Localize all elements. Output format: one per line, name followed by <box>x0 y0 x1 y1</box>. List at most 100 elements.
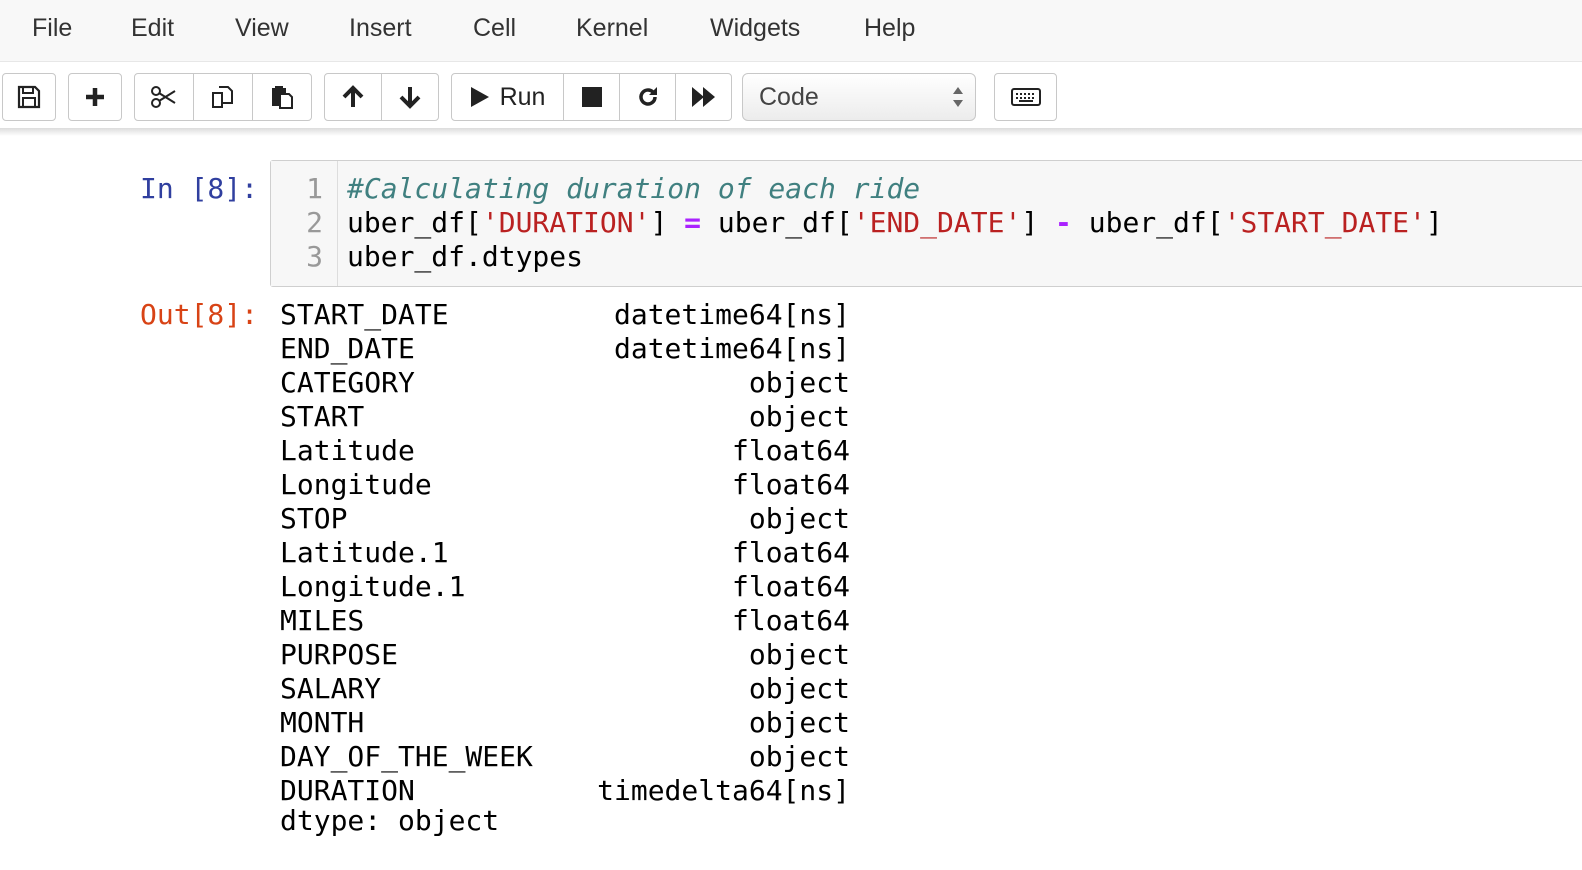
save-group <box>2 73 56 121</box>
run-button[interactable]: Run <box>451 73 564 121</box>
column-name: START <box>280 400 365 433</box>
line-number: 1 <box>306 172 323 205</box>
select-arrows-icon <box>953 87 963 107</box>
run-label: Run <box>499 82 546 111</box>
run-group: Run <box>451 73 732 121</box>
save-button[interactable] <box>2 73 56 121</box>
column-name: MILES <box>280 604 365 637</box>
paste-button[interactable] <box>252 73 312 121</box>
output-row: MILES float64 <box>280 604 850 638</box>
restart-button[interactable] <box>619 73 676 121</box>
line-number: 2 <box>306 206 323 239</box>
line-number: 3 <box>306 240 323 273</box>
toolbar-shadow <box>0 128 1582 136</box>
menu-cell[interactable]: Cell <box>473 14 516 43</box>
code-line-3: uber_df.dtypes <box>347 240 583 273</box>
menu-bar: File Edit View Insert Cell Kernel Widget… <box>0 0 1582 62</box>
output-row: Longitude.1 float64 <box>280 570 850 604</box>
column-dtype: object <box>748 672 850 705</box>
menu-help[interactable]: Help <box>864 14 915 43</box>
floppy-disk-icon <box>17 85 41 109</box>
move-group <box>324 73 439 121</box>
output-row: PURPOSE object <box>280 638 850 672</box>
column-dtype: float64 <box>731 536 850 569</box>
column-name: DURATION <box>280 774 415 807</box>
column-dtype: object <box>748 502 850 535</box>
column-name: PURPOSE <box>280 638 399 671</box>
code-operator: = <box>684 206 702 239</box>
column-dtype: timedelta64[ns] <box>597 774 850 807</box>
menu-widgets[interactable]: Widgets <box>710 14 800 43</box>
copy-button[interactable] <box>193 73 253 121</box>
code-token: ] <box>650 206 685 239</box>
column-dtype: float64 <box>731 604 850 637</box>
column-name: CATEGORY <box>280 366 415 399</box>
menu-file[interactable]: File <box>32 14 72 43</box>
code-string: 'END_DATE' <box>852 206 1022 239</box>
keyboard-icon <box>1010 88 1041 106</box>
output-row: DAY_OF_THE_WEEK object <box>280 740 850 774</box>
output-row: DURATION timedelta64[ns] <box>280 774 850 808</box>
column-name: Longitude <box>280 468 432 501</box>
code-token: ] <box>1425 206 1443 239</box>
insert-group <box>68 73 122 121</box>
column-name: STOP <box>280 502 348 535</box>
column-name: END_DATE <box>280 332 415 365</box>
input-prompt: In [8]: <box>140 172 259 205</box>
scissors-icon <box>151 86 176 108</box>
code-string: 'DURATION' <box>481 206 651 239</box>
code-operator: - <box>1055 206 1072 239</box>
arrow-up-icon <box>342 85 364 107</box>
command-palette-button[interactable] <box>994 73 1057 121</box>
clipboard-group <box>134 73 312 121</box>
restart-icon <box>638 87 657 106</box>
paste-icon <box>272 86 293 109</box>
cell-type-value: Code <box>759 83 819 111</box>
cut-button[interactable] <box>134 73 194 121</box>
output-row: SALARY object <box>280 672 850 706</box>
output-row: Latitude.1 float64 <box>280 536 850 570</box>
code-token: ] <box>1021 206 1056 239</box>
insert-cell-button[interactable] <box>68 73 122 121</box>
output-row: END_DATE datetime64[ns] <box>280 332 850 366</box>
output-row: Longitude float64 <box>280 468 850 502</box>
output-row: STOP object <box>280 502 850 536</box>
output-row: START_DATE datetime64[ns] <box>280 298 850 332</box>
menu-edit[interactable]: Edit <box>131 14 174 43</box>
column-dtype: object <box>748 400 850 433</box>
plus-icon <box>86 88 104 106</box>
column-dtype: float64 <box>731 468 850 501</box>
code-editor[interactable]: 1 2 3 #Calculating duration of each ride… <box>270 160 1582 287</box>
column-dtype: datetime64[ns] <box>613 298 850 331</box>
column-name: SALARY <box>280 672 382 705</box>
output-prompt: Out[8]: <box>140 298 259 331</box>
column-name: Latitude <box>280 434 415 467</box>
line-number-gutter: 1 2 3 <box>271 161 338 286</box>
output-row: Latitude float64 <box>280 434 850 468</box>
column-dtype: float64 <box>731 434 850 467</box>
column-dtype: float64 <box>731 570 850 603</box>
column-name: Latitude.1 <box>280 536 449 569</box>
code-token: uber_df[ <box>1071 206 1224 239</box>
menu-view[interactable]: View <box>235 14 289 43</box>
code-token: uber_df.dtypes <box>347 240 584 273</box>
output-row: START object <box>280 400 850 434</box>
column-name: MONTH <box>280 706 365 739</box>
code-token: uber_df[ <box>701 206 853 239</box>
code-comment: #Calculating duration of each ride <box>347 172 921 205</box>
keyboard-group <box>994 73 1057 121</box>
stop-button[interactable] <box>563 73 620 121</box>
output-row: CATEGORY object <box>280 366 850 400</box>
cell-type-select[interactable]: Code <box>742 73 976 121</box>
column-name: DAY_OF_THE_WEEK <box>280 740 533 773</box>
stop-icon <box>581 87 602 107</box>
run-all-button[interactable] <box>675 73 732 121</box>
fast-forward-icon <box>691 87 715 107</box>
copy-icon <box>212 86 233 108</box>
menu-kernel[interactable]: Kernel <box>576 14 648 43</box>
move-up-button[interactable] <box>324 73 382 121</box>
move-down-button[interactable] <box>381 73 439 121</box>
column-name: Longitude.1 <box>280 570 466 603</box>
menu-insert[interactable]: Insert <box>349 14 412 43</box>
output-footer: dtype: object <box>280 804 500 837</box>
